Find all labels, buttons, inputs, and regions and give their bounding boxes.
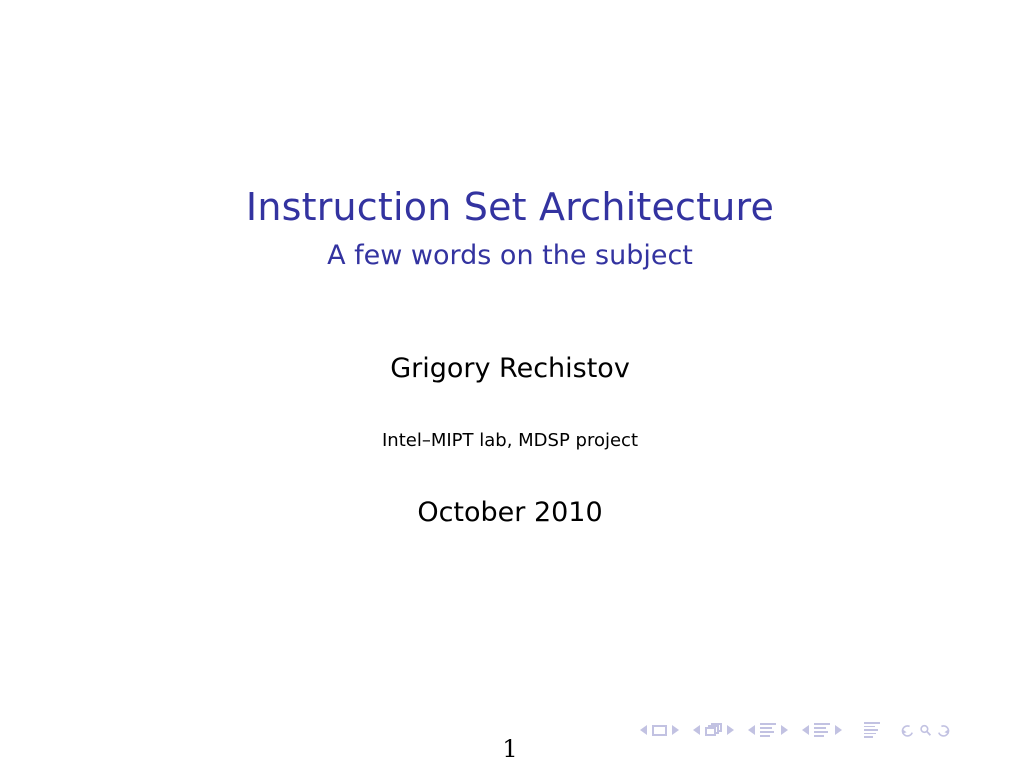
- next-slide-icon[interactable]: [672, 725, 679, 735]
- previous-section-icon[interactable]: [802, 725, 809, 735]
- beamer-navigation-bar[interactable]: [640, 717, 1015, 743]
- presentation-date: October 2010: [417, 497, 603, 528]
- author-name: Grigory Rechistov: [390, 353, 630, 384]
- institute-affiliation: Intel–MIPT lab, MDSP project: [381, 430, 639, 451]
- title-block: Instruction Set Architecture A few words…: [0, 186, 1020, 271]
- frame-icon[interactable]: [705, 723, 722, 737]
- frame-navigation-group[interactable]: [693, 723, 734, 737]
- page-title: Instruction Set Architecture: [245, 185, 775, 229]
- previous-subsection-icon[interactable]: [748, 725, 755, 735]
- section-navigation-group[interactable]: [802, 723, 842, 737]
- previous-slide-icon[interactable]: [640, 725, 647, 735]
- subsection-navigation-group[interactable]: [748, 723, 788, 737]
- previous-frame-icon[interactable]: [693, 725, 700, 735]
- back-arrow-icon[interactable]: [900, 723, 915, 738]
- presentation-group[interactable]: [864, 722, 880, 738]
- subsection-icon[interactable]: [760, 723, 776, 737]
- history-group[interactable]: [900, 723, 951, 738]
- search-icon[interactable]: [918, 723, 933, 738]
- presentation-icon[interactable]: [864, 722, 880, 738]
- section-icon[interactable]: [814, 723, 830, 737]
- page-subtitle: A few words on the subject: [327, 239, 693, 271]
- next-subsection-icon[interactable]: [781, 725, 788, 735]
- next-frame-icon[interactable]: [727, 725, 734, 735]
- next-section-icon[interactable]: [835, 725, 842, 735]
- author-block: Grigory Rechistov: [0, 354, 1020, 384]
- presentation-title-slide: Instruction Set Architecture A few words…: [0, 0, 1020, 764]
- forward-arrow-icon[interactable]: [936, 723, 951, 738]
- slide-navigation-group[interactable]: [640, 724, 679, 736]
- slide-icon[interactable]: [652, 724, 667, 736]
